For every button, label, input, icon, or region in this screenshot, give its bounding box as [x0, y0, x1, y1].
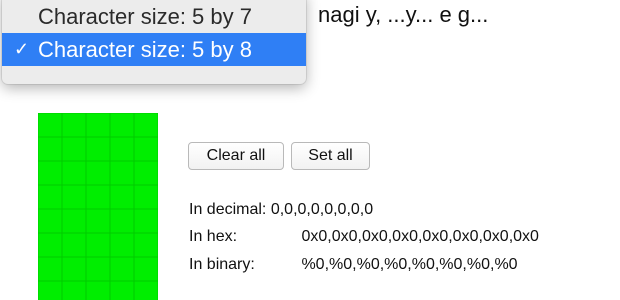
- grid-cell[interactable]: [110, 161, 134, 185]
- hex-output: In hex: 0x0,0x0,0x0,0x0,0x0,0x0,0x0,0x0: [189, 226, 539, 248]
- binary-output: In binary: %0,%0,%0,%0,%0,%0,%0,%0: [189, 254, 518, 276]
- checkmark-icon: ✓: [14, 39, 30, 59]
- binary-label: In binary:: [189, 256, 255, 273]
- grid-cell[interactable]: [38, 281, 62, 300]
- grid-cell[interactable]: [86, 281, 110, 300]
- option-label: Character size: 5 by 7: [38, 4, 252, 29]
- grid-cell[interactable]: [38, 161, 62, 185]
- grid-cell[interactable]: [62, 161, 86, 185]
- grid-cell[interactable]: [38, 137, 62, 161]
- grid-cell[interactable]: [134, 281, 158, 300]
- decimal-output: In decimal: 0,0,0,0,0,0,0,0: [189, 199, 373, 221]
- clear-all-button[interactable]: Clear all: [188, 142, 284, 170]
- grid-cell[interactable]: [134, 257, 158, 281]
- grid-cell[interactable]: [110, 209, 134, 233]
- page: nagi y, ...y... e g... Character size: 5…: [0, 0, 620, 300]
- grid-cell[interactable]: [62, 209, 86, 233]
- grid-cell[interactable]: [134, 137, 158, 161]
- grid-cell[interactable]: [134, 113, 158, 137]
- character-pixel-grid[interactable]: [38, 113, 158, 300]
- grid-cell[interactable]: [86, 113, 110, 137]
- grid-cell[interactable]: [38, 257, 62, 281]
- decimal-label: In decimal:: [189, 201, 267, 218]
- grid-cell[interactable]: [134, 209, 158, 233]
- option-label: Character size: 5 by 8: [38, 37, 252, 62]
- grid-cell[interactable]: [86, 185, 110, 209]
- binary-value: %0,%0,%0,%0,%0,%0,%0,%0: [301, 256, 518, 273]
- grid-cell[interactable]: [86, 137, 110, 161]
- grid-cell[interactable]: [38, 233, 62, 257]
- grid-cell[interactable]: [86, 257, 110, 281]
- grid-cell[interactable]: [38, 209, 62, 233]
- hex-value: 0x0,0x0,0x0,0x0,0x0,0x0,0x0,0x0: [301, 228, 539, 245]
- grid-cell[interactable]: [110, 137, 134, 161]
- grid-cell[interactable]: [62, 233, 86, 257]
- grid-cell[interactable]: [62, 281, 86, 300]
- grid-cell[interactable]: [38, 185, 62, 209]
- grid-cell[interactable]: [110, 257, 134, 281]
- grid-cell[interactable]: [62, 257, 86, 281]
- set-all-button[interactable]: Set all: [291, 142, 370, 170]
- grid-cell[interactable]: [134, 233, 158, 257]
- character-size-dropdown-menu[interactable]: Character size: 5 by 7 ✓ Character size:…: [2, 0, 306, 84]
- grid-cell[interactable]: [62, 185, 86, 209]
- option-character-size-5x7[interactable]: Character size: 5 by 7: [2, 0, 306, 33]
- grid-cell[interactable]: [134, 161, 158, 185]
- grid-cell[interactable]: [134, 185, 158, 209]
- option-character-size-5x8[interactable]: ✓ Character size: 5 by 8: [2, 33, 306, 66]
- grid-cell[interactable]: [86, 209, 110, 233]
- hex-label: In hex:: [189, 228, 238, 245]
- grid-cell[interactable]: [110, 281, 134, 300]
- grid-cell[interactable]: [62, 113, 86, 137]
- grid-cell[interactable]: [38, 113, 62, 137]
- grid-cell[interactable]: [110, 113, 134, 137]
- grid-cell[interactable]: [110, 233, 134, 257]
- grid-cell[interactable]: [62, 137, 86, 161]
- grid-cell[interactable]: [86, 161, 110, 185]
- background-page-text: nagi y, ...y... e g...: [318, 2, 489, 27]
- grid-cell[interactable]: [86, 233, 110, 257]
- grid-cell[interactable]: [110, 185, 134, 209]
- decimal-value: 0,0,0,0,0,0,0,0: [270, 201, 374, 218]
